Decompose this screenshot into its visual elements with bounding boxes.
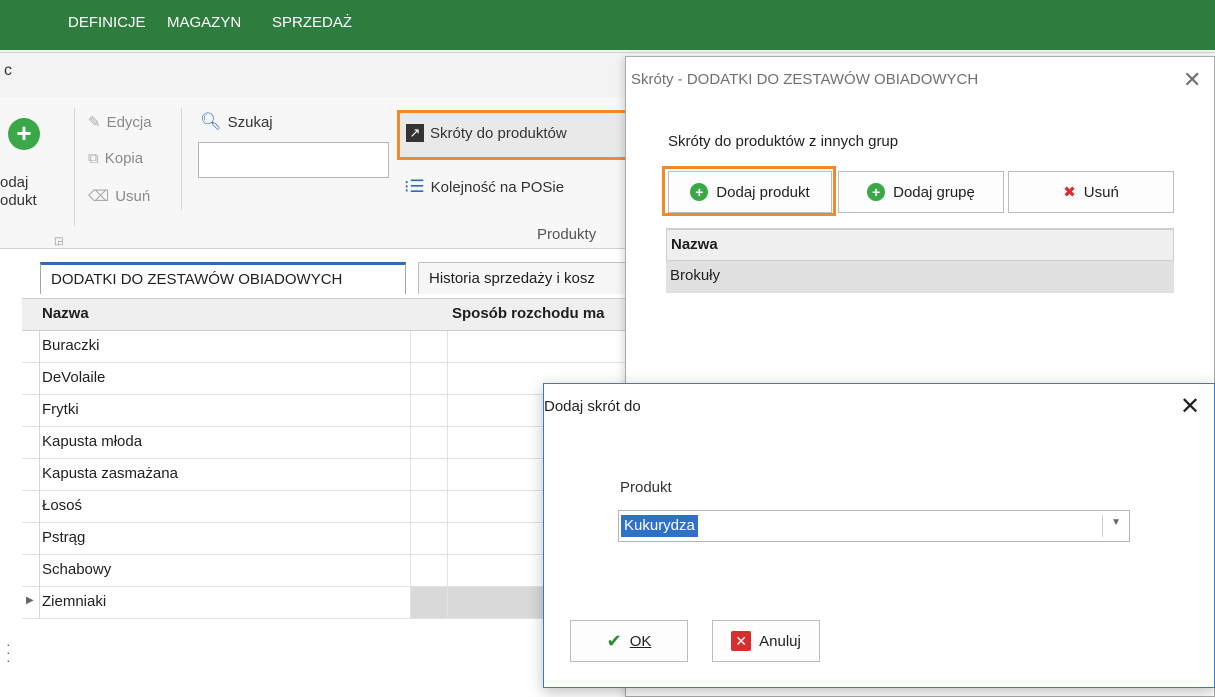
row-cell[interactable] [410, 523, 448, 554]
table-row[interactable]: Frytki [22, 395, 632, 427]
pos-order-button[interactable]: ⁝☰ Kolejność na POSie [404, 177, 564, 197]
menu-magazyn[interactable]: MAGAZYN [167, 14, 241, 31]
row-name-cell: Buraczki [42, 337, 100, 354]
close-icon[interactable]: ✕ [1183, 67, 1201, 93]
cancel-label: Anuluj [759, 632, 801, 650]
chevron-down-icon[interactable]: ▼ [1111, 517, 1121, 528]
row-name-cell: Łosoś [42, 497, 83, 514]
add-group-button[interactable]: + Dodaj grupę [838, 171, 1004, 213]
delete-shortcut-button[interactable]: ✖ Usuń [1008, 171, 1174, 213]
row-name-cell: Frytki [42, 401, 79, 418]
edit-button[interactable]: ✎ Edycja [88, 113, 152, 132]
shortcuts-dialog-title: Skróty - DODATKI DO ZESTAWÓW OBIADOWYCH [631, 71, 979, 88]
table-row[interactable]: Buraczki [22, 331, 632, 363]
row-cell[interactable] [410, 427, 448, 458]
add-product-icon[interactable]: + [8, 118, 40, 150]
splitter-grip[interactable]: · · · [6, 637, 11, 667]
row-cell[interactable] [410, 459, 448, 490]
add-group-label: Dodaj grupę [893, 183, 975, 201]
table-row[interactable]: Kapusta zasmażana [22, 459, 632, 491]
table-row[interactable]: Kapusta młoda [22, 427, 632, 459]
main-menubar: DEFINICJE MAGAZYN SPRZEDAŻ [0, 0, 1215, 50]
ribbon-separator [74, 108, 75, 226]
edit-label: Edycja [106, 113, 152, 131]
row-name-cell: Kapusta młoda [42, 433, 143, 450]
shortcut-arrow-icon: ↗ [406, 124, 424, 142]
shortcuts-button[interactable]: ↗ Skróty do produktów [406, 124, 567, 142]
column-header-nazwa[interactable]: Nazwa [42, 305, 89, 322]
table-row[interactable]: DeVolaile [22, 363, 632, 395]
row-selector-column [22, 331, 40, 619]
address-glyph: c [4, 62, 12, 79]
row-cell[interactable] [410, 491, 448, 522]
product-select-value: Kukurydza [621, 515, 698, 537]
add-product-label-2[interactable]: odukt [0, 192, 37, 209]
ok-label: OK [629, 632, 652, 650]
pos-order-label: Kolejność na POSie [430, 178, 565, 196]
table-row[interactable]: Łosoś [22, 491, 632, 523]
row-cell[interactable] [410, 555, 448, 586]
tab-historia-label: Historia sprzedaży i kosz [429, 270, 595, 287]
search-label: Szukaj [227, 113, 273, 131]
table-row[interactable]: Schabowy [22, 555, 632, 587]
row-cell[interactable] [410, 363, 448, 394]
row-name-cell: Schabowy [42, 561, 112, 578]
products-grid: Nazwa Sposób rozchodu ma Buraczki DeVolai… [22, 298, 632, 619]
row-name-cell: Ziemniaki [42, 593, 107, 610]
delete-button[interactable]: ⌫ Usuń [88, 187, 151, 206]
plus-icon: + [867, 183, 886, 201]
add-shortcut-title: Dodaj skrót do [544, 398, 641, 415]
search-input[interactable] [198, 142, 389, 178]
add-product-highlight [662, 166, 836, 216]
close-icon[interactable]: ✕ [1180, 392, 1200, 421]
copy-icon: ⧉ [88, 150, 99, 167]
dialog-launcher-icon[interactable]: ◲ [54, 236, 63, 247]
row-name-cell: DeVolaile [42, 369, 106, 386]
row-cell[interactable] [410, 587, 448, 618]
table-row[interactable]: Pstrąg [22, 523, 632, 555]
row-name-cell: Kapusta zasmażana [42, 465, 178, 482]
table-row[interactable]: Ziemniaki ▶ [22, 587, 632, 619]
delete-doc-icon: ⌫ [88, 188, 110, 205]
cancel-x-icon: ✕ [731, 631, 752, 651]
product-select[interactable]: Kukurydza ▼ [618, 510, 1130, 542]
shortcuts-dialog-heading: Skróty do produktów z innych grup [668, 133, 899, 150]
table-row[interactable]: Brokuły [666, 261, 1174, 293]
shortcuts-label: Skróty do produktów [430, 124, 567, 142]
copy-button[interactable]: ⧉ Kopia [88, 150, 143, 167]
delete-label: Usuń [115, 187, 151, 205]
row-cell[interactable] [410, 395, 448, 426]
pencil-icon: ✎ [88, 114, 101, 131]
ok-button[interactable]: ✔ OK [570, 620, 688, 662]
row-name-cell: Pstrąg [42, 529, 86, 546]
add-product-label-1[interactable]: odaj [0, 174, 28, 191]
delete-doc-icon: ✖ [1063, 184, 1076, 201]
row-cell[interactable] [410, 331, 448, 362]
column-header-nazwa[interactable]: Nazwa [666, 229, 1174, 261]
cancel-button[interactable]: ✕ Anuluj [712, 620, 820, 662]
checkmark-icon: ✔ [606, 630, 622, 651]
delete-shortcut-label: Usuń [1083, 183, 1119, 201]
ribbon-separator [181, 108, 182, 210]
menu-sprzedaz[interactable]: SPRZEDAŻ [272, 14, 352, 31]
tab-dodatki[interactable]: DODATKI DO ZESTAWÓW OBIADOWYCH [40, 262, 406, 294]
row-cell[interactable] [448, 331, 632, 362]
copy-label: Kopia [104, 150, 144, 167]
combo-divider [1102, 515, 1103, 537]
product-label: Produkt [620, 479, 672, 496]
search-icon: 🔍︎ [200, 112, 222, 131]
grid-header: Nazwa Sposób rozchodu ma [22, 299, 632, 331]
group-label-products: Produkty [537, 226, 597, 243]
add-shortcut-dialog: Dodaj skrót do ✕ Produkt Kukurydza ▼ ✔ O… [543, 383, 1215, 688]
menu-definicje[interactable]: DEFINICJE [68, 14, 146, 31]
tab-dodatki-label: DODATKI DO ZESTAWÓW OBIADOWYCH [51, 271, 343, 288]
search-button[interactable]: 🔍︎ Szukaj [200, 112, 273, 132]
column-header-sposob[interactable]: Sposób rozchodu ma [452, 305, 605, 322]
ordered-list-icon: ⁝☰ [404, 177, 425, 196]
tab-historia[interactable]: Historia sprzedaży i kosz [418, 262, 638, 294]
